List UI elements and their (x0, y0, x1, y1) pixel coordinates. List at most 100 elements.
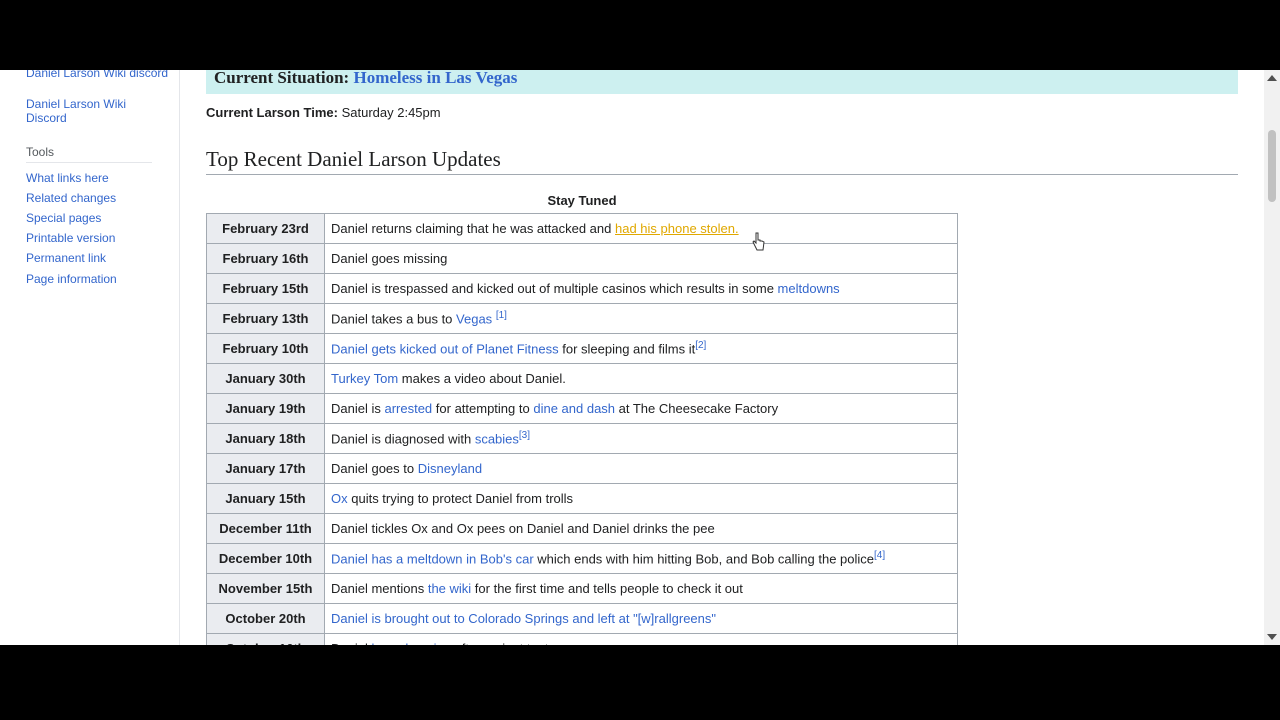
row-text: Daniel goes missing (331, 251, 448, 266)
row-description: Daniel goes missing (324, 243, 958, 274)
table-row: October 20th Daniel is brought out to Col… (206, 603, 958, 634)
row-text: Daniel takes a bus to (331, 311, 457, 327)
sidebar-link-printable-version[interactable]: Printable version (26, 231, 115, 245)
sidebar-link-page-information[interactable]: Page information (26, 272, 117, 286)
row-description: Daniel goes to Disneyland (324, 453, 958, 484)
scrollbar-thumb[interactable] (1268, 130, 1276, 202)
wiki-link[interactable]: arrested (384, 401, 432, 416)
row-text: Daniel is diagnosed with (331, 431, 475, 447)
section-title: Top Recent Daniel Larson Updates (206, 147, 501, 171)
reference-link[interactable]: [4] (874, 550, 885, 561)
row-text: Daniel returns claiming that he was atta… (331, 221, 615, 236)
row-date: February 15th (206, 273, 325, 304)
row-description: Daniel mentions the wiki for the first t… (324, 573, 958, 604)
row-text: for attempting to (432, 401, 534, 416)
wiki-link[interactable]: had his phone stolen. (615, 221, 739, 236)
row-text: Daniel tickles Ox and Ox pees on Daniel … (331, 521, 715, 536)
wiki-link[interactable]: Ox (331, 491, 348, 506)
row-date: February 10th (206, 333, 325, 364)
main-content: Current Situation: Homeless in Las Vegas… (206, 70, 1238, 645)
row-text: at The Cheesecake Factory (615, 401, 779, 416)
row-date: October 16th (206, 633, 325, 645)
row-date: November 15th (206, 573, 325, 604)
current-larson-time: Current Larson Time: Saturday 2:45pm (206, 105, 441, 120)
sidebar-link-related-changes[interactable]: Related changes (26, 191, 116, 205)
reference-link[interactable]: [3] (519, 430, 530, 441)
sidebar-divider (26, 162, 152, 163)
wiki-link[interactable]: Daniel gets kicked out of Planet Fitness (331, 342, 559, 357)
reference-link[interactable]: [1] (496, 310, 507, 321)
row-date: February 16th (206, 243, 325, 274)
situation-text: Current Situation: Homeless in Las Vegas (214, 70, 517, 88)
row-date: January 18th (206, 423, 325, 454)
time-value: Saturday 2:45pm (341, 105, 441, 120)
reference-link[interactable]: [2] (695, 340, 706, 351)
sidebar-link-permanent-link[interactable]: Permanent link (26, 251, 106, 265)
wiki-link[interactable]: Turkey Tom (331, 371, 398, 386)
current-situation-banner: Current Situation: Homeless in Las Vegas (206, 70, 1238, 94)
row-date: December 11th (206, 513, 325, 544)
row-text: quits trying to protect Daniel from trol… (347, 491, 574, 506)
wiki-link[interactable]: the wiki (428, 581, 471, 596)
row-date: February 23rd (206, 213, 325, 244)
sidebar-link-discord[interactable]: Daniel Larson Wiki Discord (26, 97, 146, 125)
row-text: Daniel mentions (331, 581, 428, 596)
row-description: Daniel is diagnosed with scabies[3] (324, 423, 958, 454)
row-text: Daniel goes to (331, 461, 418, 476)
row-text: after a giant tantrum (451, 641, 571, 645)
row-text: for the first time and tells people to c… (471, 581, 743, 596)
row-description: Daniel tickles Ox and Ox pees on Daniel … (324, 513, 958, 544)
sidebar-link-special-pages[interactable]: Special pages (26, 211, 101, 225)
hand-cursor-icon (752, 232, 765, 251)
row-date: October 20th (206, 603, 325, 634)
table-row: February 23rd Daniel returns claiming tha… (206, 213, 958, 244)
row-date: January 30th (206, 363, 325, 394)
time-label: Current Larson Time: (206, 105, 338, 120)
row-description: Daniel takes a bus to Vegas [1] (324, 303, 958, 334)
row-description: Daniel gets kicked out of Planet Fitness… (324, 333, 958, 364)
table-row: January 19th Daniel is arrested for attem… (206, 393, 958, 424)
row-description: Daniel loses housing after a giant tantr… (324, 633, 958, 645)
sidebar-link-what-links-here[interactable]: What links here (26, 171, 109, 185)
table-row: February 15th Daniel is trespassed and ki… (206, 273, 958, 304)
wiki-link[interactable]: Daniel is brought out to Colorado Spring… (331, 611, 716, 626)
row-date: January 15th (206, 483, 325, 514)
situation-link[interactable]: Homeless in Las Vegas (353, 70, 517, 87)
table-row: January 15th Ox quits trying to protect D… (206, 483, 958, 514)
situation-label: Current Situation: (214, 70, 350, 87)
scroll-down-arrow-icon[interactable] (1267, 634, 1277, 640)
vertical-scrollbar[interactable] (1264, 70, 1280, 645)
row-text: Daniel (331, 641, 371, 645)
wiki-link[interactable]: dine and dash (533, 401, 615, 416)
row-description: Daniel returns claiming that he was atta… (324, 213, 958, 244)
table-row: October 16thDaniel loses housing after a… (206, 633, 958, 645)
wiki-link[interactable]: Disneyland (418, 461, 482, 476)
table-row: February 10th Daniel gets kicked out of P… (206, 333, 958, 364)
row-text: which ends with him hitting Bob, and Bob… (533, 551, 875, 567)
row-text: for sleeping and films it (558, 341, 696, 357)
section-divider (206, 174, 1238, 175)
scroll-up-arrow-icon[interactable] (1267, 75, 1277, 81)
table-row: January 18th Daniel is diagnosed with sca… (206, 423, 958, 454)
table-caption: Stay Tuned (547, 193, 617, 208)
sidebar-link-discord-cut[interactable]: Daniel Larson Wiki discord (26, 70, 168, 80)
wiki-link[interactable]: meltdowns (778, 281, 840, 296)
row-description: Turkey Tom makes a video about Daniel. (324, 363, 958, 394)
wiki-link[interactable]: scabies (475, 432, 519, 447)
table-row: November 15th Daniel mentions the wiki fo… (206, 573, 958, 604)
wiki-link[interactable]: loses housing (371, 641, 451, 645)
browser-viewport: Daniel Larson Wiki discord Daniel Larson… (0, 70, 1280, 645)
row-description: Daniel is arrested for attempting to din… (324, 393, 958, 424)
wiki-link[interactable]: Daniel has a meltdown in Bob's car (331, 552, 534, 567)
row-text: makes a video about Daniel. (398, 371, 566, 386)
table-row: January 30th Turkey Tom makes a video abo… (206, 363, 958, 394)
table-row: December 11th Daniel tickles Ox and Ox pe… (206, 513, 958, 544)
row-date: December 10th (206, 543, 325, 574)
row-description: Ox quits trying to protect Daniel from t… (324, 483, 958, 514)
row-description: Daniel is trespassed and kicked out of m… (324, 273, 958, 304)
table-row: December 10th Daniel has a meltdown in Bo… (206, 543, 958, 574)
row-text: Daniel is (331, 401, 385, 416)
sidebar: Daniel Larson Wiki discord Daniel Larson… (0, 70, 180, 645)
wiki-link[interactable]: Vegas (456, 312, 492, 327)
updates-table: February 23rd Daniel returns claiming tha… (206, 213, 958, 645)
